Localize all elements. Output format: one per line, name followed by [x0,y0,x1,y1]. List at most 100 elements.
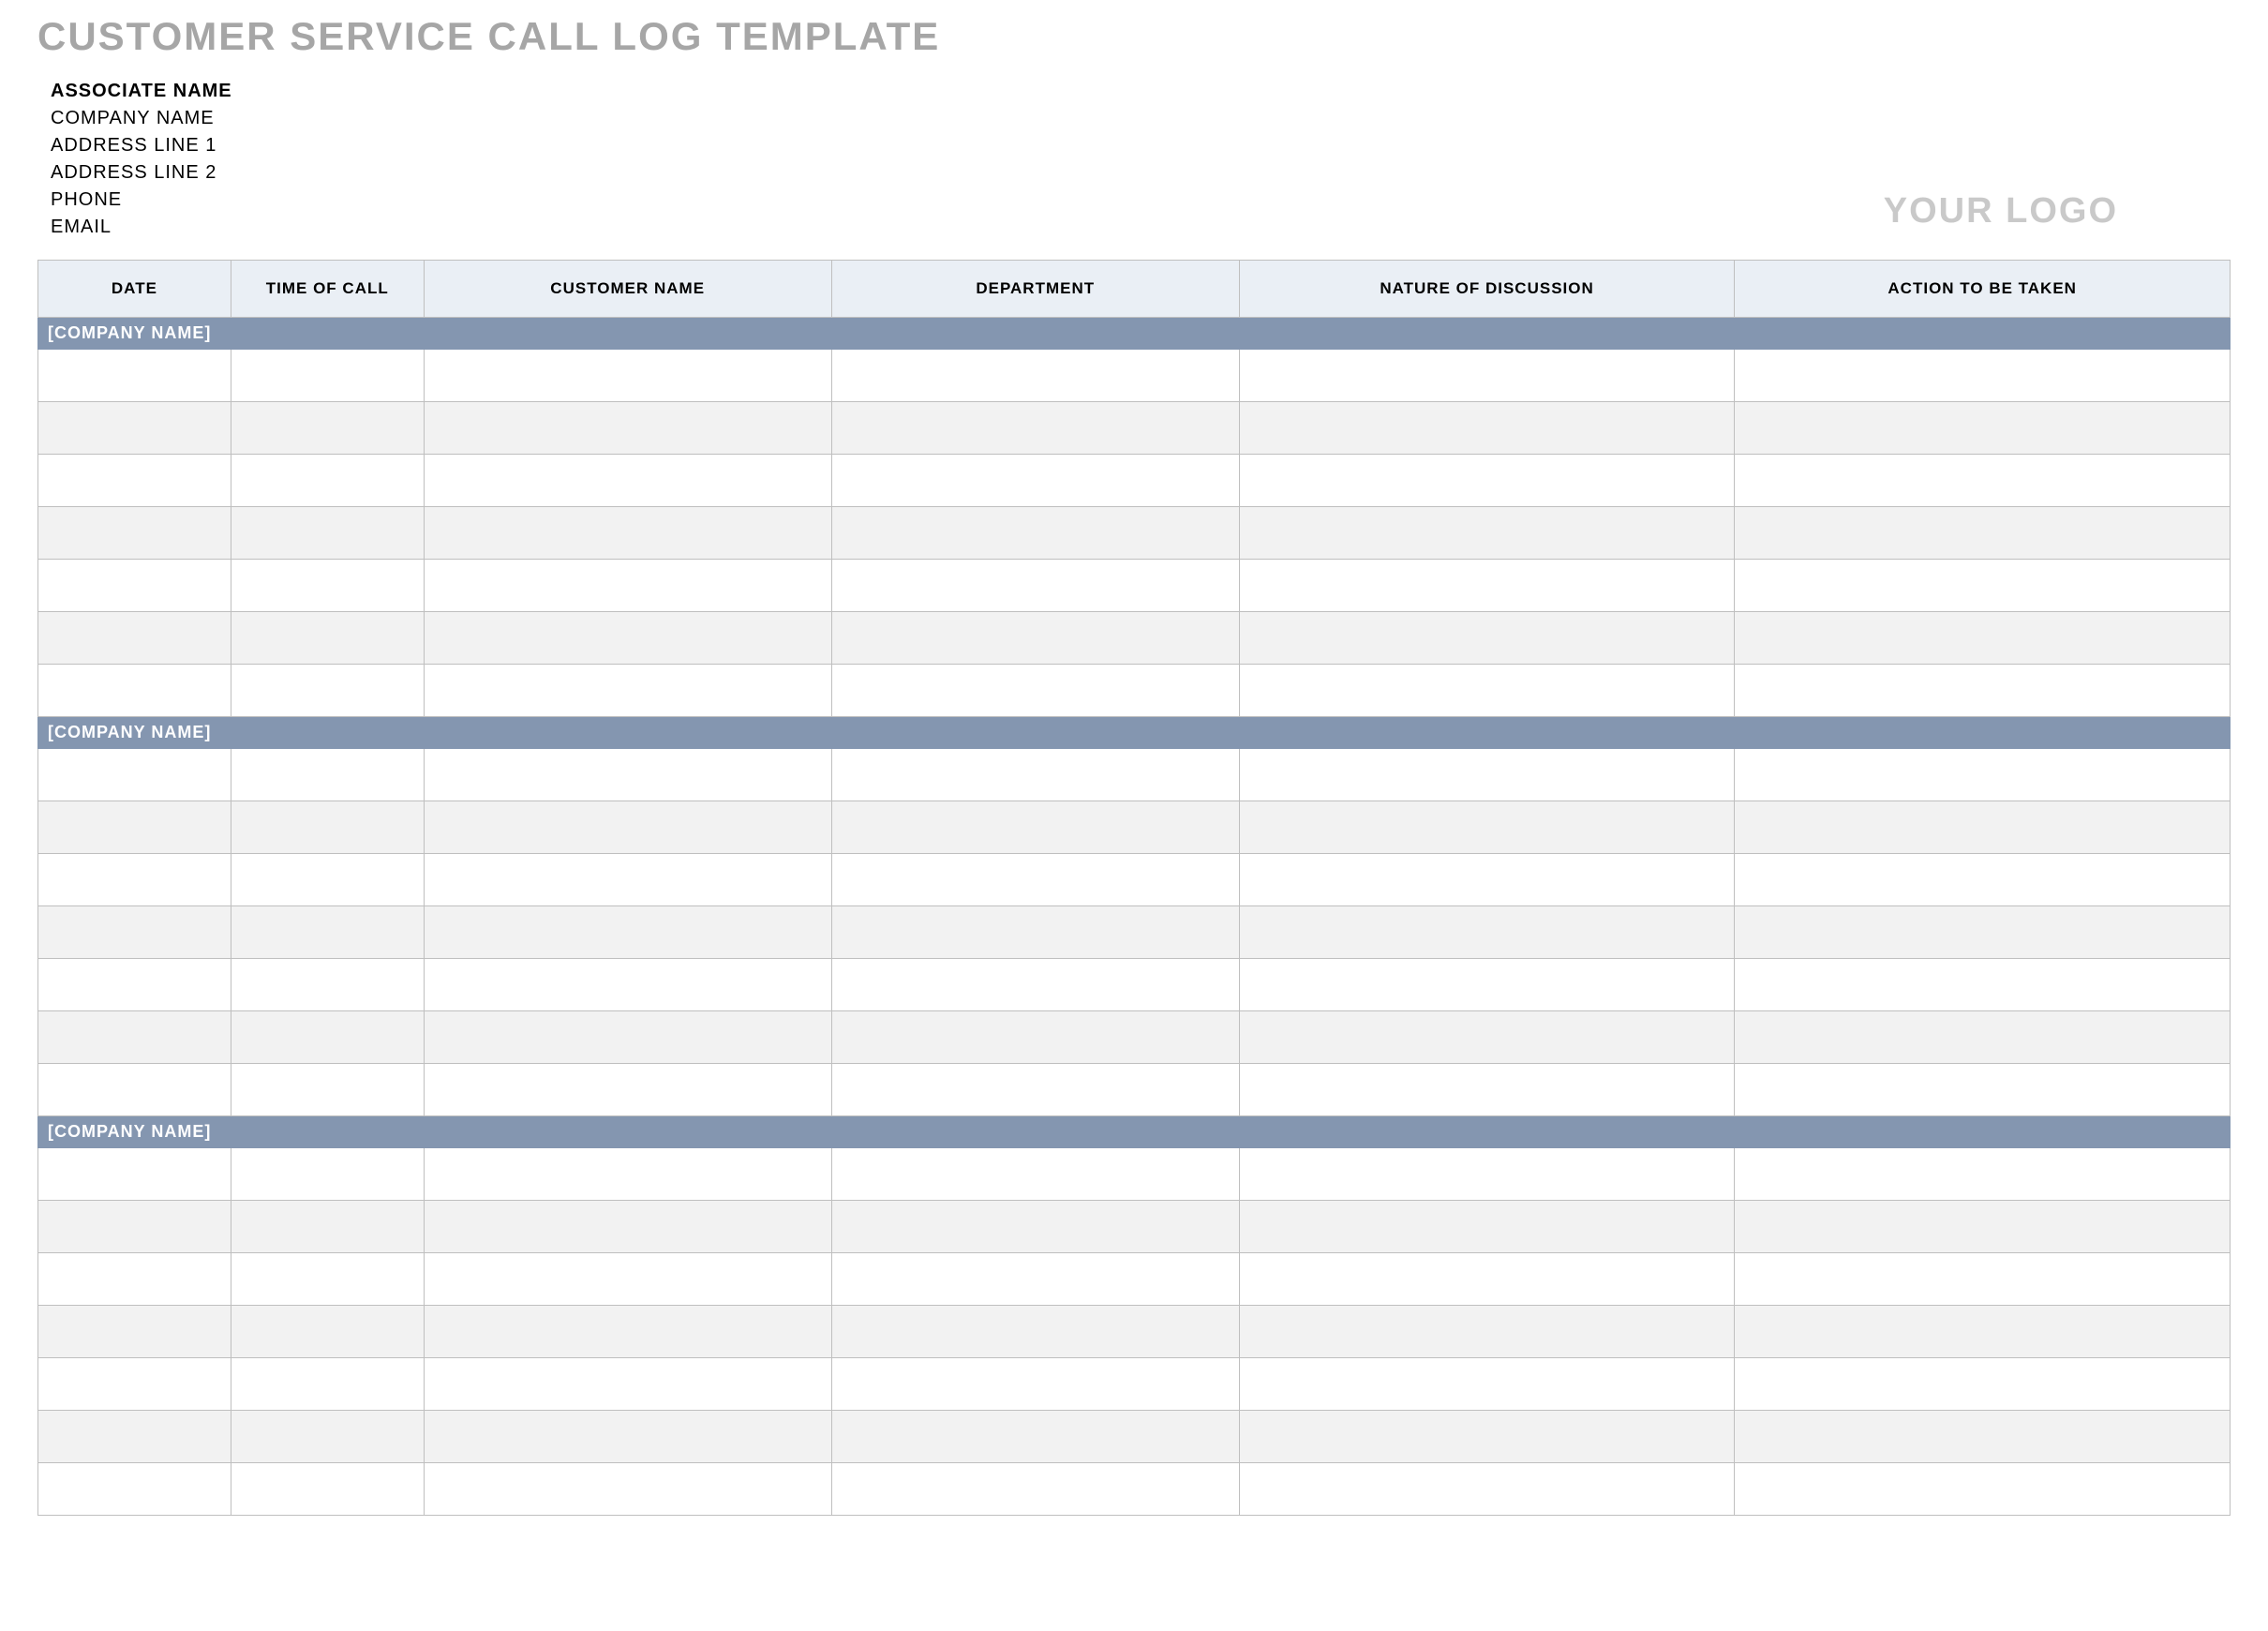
table-cell[interactable] [831,959,1239,1011]
table-cell[interactable] [231,402,424,455]
table-cell[interactable] [231,959,424,1011]
table-cell[interactable] [231,1201,424,1253]
table-cell[interactable] [424,560,831,612]
table-cell[interactable] [1735,612,2231,665]
table-cell[interactable] [831,665,1239,717]
table-cell[interactable] [38,1253,231,1306]
table-cell[interactable] [424,1358,831,1411]
table-cell[interactable] [38,1201,231,1253]
table-cell[interactable] [1735,665,2231,717]
table-cell[interactable] [424,906,831,959]
table-cell[interactable] [1735,906,2231,959]
table-cell[interactable] [831,1358,1239,1411]
table-cell[interactable] [1735,402,2231,455]
table-cell[interactable] [1239,560,1735,612]
table-cell[interactable] [424,665,831,717]
table-cell[interactable] [831,1064,1239,1116]
table-cell[interactable] [424,1064,831,1116]
table-cell[interactable] [231,801,424,854]
table-cell[interactable] [1735,801,2231,854]
table-cell[interactable] [1239,402,1735,455]
table-cell[interactable] [231,1064,424,1116]
table-cell[interactable] [424,749,831,801]
table-cell[interactable] [1239,801,1735,854]
table-cell[interactable] [1735,507,2231,560]
table-cell[interactable] [831,749,1239,801]
table-cell[interactable] [831,1463,1239,1516]
table-cell[interactable] [1735,749,2231,801]
table-cell[interactable] [38,1306,231,1358]
table-cell[interactable] [831,507,1239,560]
table-cell[interactable] [424,1411,831,1463]
table-cell[interactable] [1735,1358,2231,1411]
table-cell[interactable] [38,1411,231,1463]
table-cell[interactable] [1239,1253,1735,1306]
table-cell[interactable] [231,1148,424,1201]
table-cell[interactable] [38,402,231,455]
table-cell[interactable] [424,959,831,1011]
table-cell[interactable] [1735,1011,2231,1064]
table-cell[interactable] [231,507,424,560]
table-cell[interactable] [831,455,1239,507]
table-cell[interactable] [231,854,424,906]
table-cell[interactable] [1239,1306,1735,1358]
table-cell[interactable] [38,1011,231,1064]
table-cell[interactable] [424,612,831,665]
table-cell[interactable] [1239,350,1735,402]
table-cell[interactable] [424,402,831,455]
table-cell[interactable] [231,612,424,665]
table-cell[interactable] [231,749,424,801]
table-cell[interactable] [424,1148,831,1201]
table-cell[interactable] [831,402,1239,455]
table-cell[interactable] [831,854,1239,906]
table-cell[interactable] [1735,854,2231,906]
table-cell[interactable] [831,1411,1239,1463]
table-cell[interactable] [38,854,231,906]
table-cell[interactable] [1735,455,2231,507]
table-cell[interactable] [1239,854,1735,906]
table-cell[interactable] [424,801,831,854]
table-cell[interactable] [38,350,231,402]
table-cell[interactable] [1239,1463,1735,1516]
table-cell[interactable] [231,560,424,612]
table-cell[interactable] [1239,1148,1735,1201]
table-cell[interactable] [1735,959,2231,1011]
table-cell[interactable] [831,560,1239,612]
table-cell[interactable] [38,749,231,801]
table-cell[interactable] [831,1253,1239,1306]
table-cell[interactable] [38,801,231,854]
table-cell[interactable] [1735,1253,2231,1306]
table-cell[interactable] [1239,1358,1735,1411]
table-cell[interactable] [1239,1011,1735,1064]
table-cell[interactable] [231,1011,424,1064]
table-cell[interactable] [231,665,424,717]
table-cell[interactable] [38,1358,231,1411]
table-cell[interactable] [831,801,1239,854]
table-cell[interactable] [1735,350,2231,402]
table-cell[interactable] [231,1253,424,1306]
table-cell[interactable] [1239,612,1735,665]
table-cell[interactable] [38,507,231,560]
table-cell[interactable] [831,350,1239,402]
table-cell[interactable] [1735,1064,2231,1116]
table-cell[interactable] [424,1463,831,1516]
table-cell[interactable] [831,1201,1239,1253]
table-cell[interactable] [38,1064,231,1116]
table-cell[interactable] [1239,507,1735,560]
table-cell[interactable] [38,665,231,717]
table-cell[interactable] [38,1463,231,1516]
table-cell[interactable] [38,560,231,612]
table-cell[interactable] [1735,560,2231,612]
table-cell[interactable] [424,1306,831,1358]
table-cell[interactable] [831,1306,1239,1358]
table-cell[interactable] [1735,1148,2231,1201]
table-cell[interactable] [1239,749,1735,801]
table-cell[interactable] [38,959,231,1011]
table-cell[interactable] [831,612,1239,665]
table-cell[interactable] [424,507,831,560]
table-cell[interactable] [38,612,231,665]
table-cell[interactable] [231,350,424,402]
table-cell[interactable] [831,1148,1239,1201]
table-cell[interactable] [231,455,424,507]
table-cell[interactable] [38,455,231,507]
